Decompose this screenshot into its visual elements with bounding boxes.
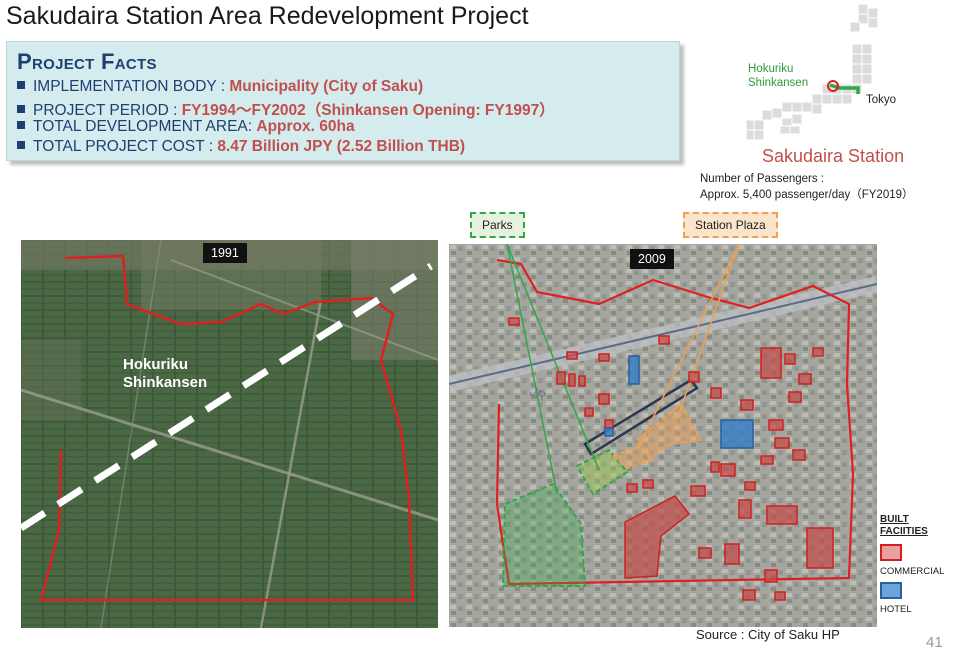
fact-value: 8.47 Billion JPY (2.52 Billion THB): [217, 138, 466, 155]
page-title: Sakudaira Station Area Redevelopment Pro…: [6, 2, 529, 30]
inset-line-label: Hokuriku Shinkansen: [748, 62, 808, 90]
legend-commercial-label: COMMERCIAL: [880, 566, 945, 577]
callout-parks: Parks: [470, 212, 525, 238]
fact-label: TOTAL DEVELOPMENT AREA:: [33, 118, 257, 135]
fact-implementation-body: IMPLEMENTATION BODY : Municipality (City…: [17, 78, 423, 96]
commercial-swatch-icon: [880, 544, 902, 561]
station-title: Sakudaira Station: [762, 146, 905, 166]
passenger-label: Number of Passengers :: [700, 173, 825, 185]
source-note: Source : City of Saku HP: [696, 627, 840, 642]
bullet-icon: [17, 121, 25, 129]
fact-value: FY1994〜FY2002（Shinkansen Opening: FY1997…: [181, 102, 555, 119]
year-tag-1991: 1991: [203, 243, 247, 263]
bullet-icon: [17, 141, 25, 149]
legend-title-2: FACIITIES: [880, 526, 928, 537]
fact-value: Approx. 60ha: [256, 118, 355, 135]
fact-label: PROJECT PERIOD :: [33, 102, 182, 119]
bullet-icon: [17, 81, 25, 89]
legend-hotel-label: HOTEL: [880, 604, 912, 615]
photo1-line-label-1: Hokuriku: [123, 356, 189, 373]
hotel-swatch-icon: [880, 582, 902, 599]
fact-label: IMPLEMENTATION BODY :: [33, 78, 230, 95]
inset-line-label-2: Shinkansen: [748, 77, 809, 89]
legend-title: BUILT FACIITIES: [880, 514, 928, 538]
fact-value: Municipality (City of Saku): [229, 78, 424, 95]
tokyo-label: Tokyo: [866, 94, 897, 106]
callout-station-plaza: Station Plaza: [683, 212, 778, 238]
fact-project-period: PROJECT PERIOD : FY1994〜FY2002（Shinkanse…: [17, 98, 555, 120]
facts-heading: Project Facts: [17, 49, 157, 74]
bullet-icon: [17, 105, 25, 113]
legend-title-1: BUILT: [880, 514, 909, 525]
page-number: 41: [926, 634, 943, 651]
fact-project-cost: TOTAL PROJECT COST : 8.47 Billion JPY (2…: [17, 138, 465, 156]
fact-label: TOTAL PROJECT COST :: [33, 138, 218, 155]
aerial-photo-2009: JR: [449, 244, 877, 627]
year-tag-2009: 2009: [630, 249, 674, 269]
inset-line-label-1: Hokuriku: [748, 63, 794, 75]
photo1-line-label: Hokuriku Shinkansen: [123, 356, 207, 392]
aerial-photo-1991: [21, 240, 438, 628]
passenger-info: Number of Passengers : Approx. 5,400 pas…: [700, 171, 914, 203]
project-facts-box: Project Facts IMPLEMENTATION BODY : Muni…: [6, 41, 680, 161]
fact-development-area: TOTAL DEVELOPMENT AREA: Approx. 60ha: [17, 118, 355, 136]
photo1-line-label-2: Shinkansen: [123, 374, 208, 391]
passenger-value: Approx. 5,400 passenger/day（FY2019）: [700, 189, 914, 201]
